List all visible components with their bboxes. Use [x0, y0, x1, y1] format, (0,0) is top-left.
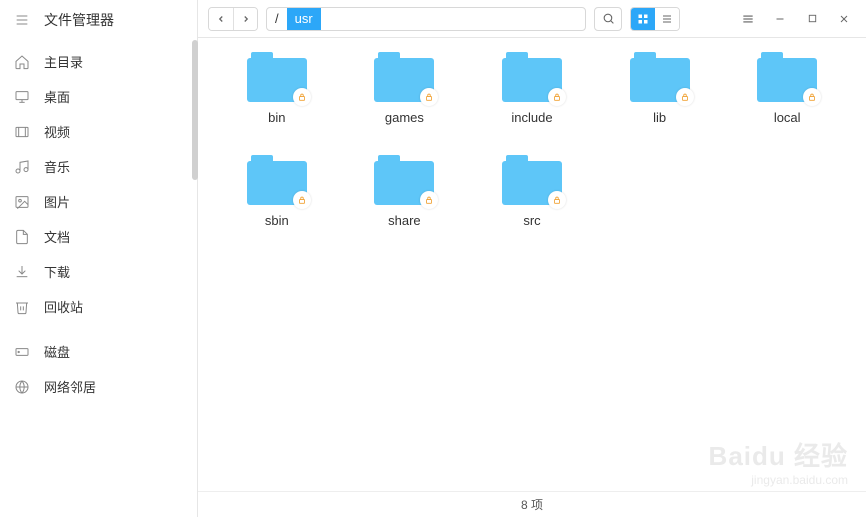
sidebar-item-pictures[interactable]: 图片 [0, 184, 197, 219]
music-icon [14, 159, 30, 175]
sidebar-item-label: 网络邻居 [44, 377, 96, 396]
sidebar-item-label: 图片 [44, 192, 70, 211]
path-segment-current[interactable]: usr [287, 8, 321, 30]
search-button[interactable] [594, 7, 622, 31]
toolbar: / usr [198, 0, 866, 38]
video-icon [14, 124, 30, 140]
sidebar-item-desktop[interactable]: 桌面 [0, 79, 197, 114]
sidebar-item-home[interactable]: 主目录 [0, 44, 197, 79]
lock-icon [676, 88, 694, 106]
maximize-button[interactable] [800, 7, 824, 31]
path-bar[interactable]: / usr [266, 7, 586, 31]
main-area: / usr bin [198, 0, 866, 517]
folder-icon [502, 52, 562, 102]
folder-item[interactable]: include [473, 52, 591, 125]
folder-item[interactable]: bin [218, 52, 336, 125]
back-button[interactable] [209, 8, 233, 30]
folder-item[interactable]: lib [601, 52, 719, 125]
sidebar-item-label: 主目录 [44, 52, 83, 71]
home-icon [14, 54, 30, 70]
list-view-button[interactable] [655, 8, 679, 30]
sidebar-section-disks[interactable]: 磁盘 [0, 334, 197, 369]
sidebar-header: 文件管理器 [0, 0, 197, 40]
minimize-button[interactable] [768, 7, 792, 31]
file-grid-area: bin games include lib [198, 38, 866, 491]
sidebar-item-label: 下载 [44, 262, 70, 281]
app-title: 文件管理器 [44, 10, 114, 30]
document-icon [14, 229, 30, 245]
folder-label: bin [268, 110, 285, 125]
network-icon [14, 379, 30, 395]
sidebar-item-network[interactable]: 网络邻居 [0, 369, 197, 404]
sidebar-item-label: 音乐 [44, 157, 70, 176]
sidebar: 文件管理器 主目录 桌面 视频 音乐 图片 文档 下载 [0, 0, 198, 517]
sidebar-item-documents[interactable]: 文档 [0, 219, 197, 254]
icon-view-button[interactable] [631, 8, 655, 30]
lock-icon [293, 88, 311, 106]
folder-item[interactable]: games [346, 52, 464, 125]
menu-icon[interactable] [14, 12, 30, 28]
folder-item[interactable]: src [473, 155, 591, 228]
folder-icon [247, 155, 307, 205]
picture-icon [14, 194, 30, 210]
app-menu-button[interactable] [736, 7, 760, 31]
lock-icon [420, 88, 438, 106]
sidebar-item-label: 文档 [44, 227, 70, 246]
path-segment-root[interactable]: / [267, 8, 287, 30]
status-text: 8 项 [521, 496, 543, 513]
folder-icon [374, 155, 434, 205]
folder-icon [630, 52, 690, 102]
folder-label: include [511, 110, 552, 125]
folder-item[interactable]: local [728, 52, 846, 125]
forward-button[interactable] [233, 8, 257, 30]
sidebar-item-label: 桌面 [44, 87, 70, 106]
status-bar: 8 项 [198, 491, 866, 517]
folder-icon [757, 52, 817, 102]
folder-icon [502, 155, 562, 205]
folder-label: lib [653, 110, 666, 125]
sidebar-item-trash[interactable]: 回收站 [0, 289, 197, 324]
sidebar-item-label: 视频 [44, 122, 70, 141]
sidebar-item-downloads[interactable]: 下载 [0, 254, 197, 289]
disk-icon [14, 344, 30, 360]
folder-label: games [385, 110, 424, 125]
lock-icon [293, 191, 311, 209]
lock-icon [420, 191, 438, 209]
folder-label: sbin [265, 213, 289, 228]
close-button[interactable] [832, 7, 856, 31]
folder-label: share [388, 213, 421, 228]
lock-icon [548, 191, 566, 209]
section-label: 磁盘 [44, 342, 70, 361]
lock-icon [548, 88, 566, 106]
desktop-icon [14, 89, 30, 105]
folder-label: src [523, 213, 540, 228]
folder-label: local [774, 110, 801, 125]
folder-icon [247, 52, 307, 102]
download-icon [14, 264, 30, 280]
nav-buttons [208, 7, 258, 31]
folder-item[interactable]: sbin [218, 155, 336, 228]
folder-icon [374, 52, 434, 102]
sidebar-item-videos[interactable]: 视频 [0, 114, 197, 149]
sidebar-item-music[interactable]: 音乐 [0, 149, 197, 184]
view-toggle [630, 7, 680, 31]
trash-icon [14, 299, 30, 315]
sidebar-item-label: 回收站 [44, 297, 83, 316]
folder-item[interactable]: share [346, 155, 464, 228]
sidebar-places: 主目录 桌面 视频 音乐 图片 文档 下载 回收站 [0, 40, 197, 328]
lock-icon [803, 88, 821, 106]
